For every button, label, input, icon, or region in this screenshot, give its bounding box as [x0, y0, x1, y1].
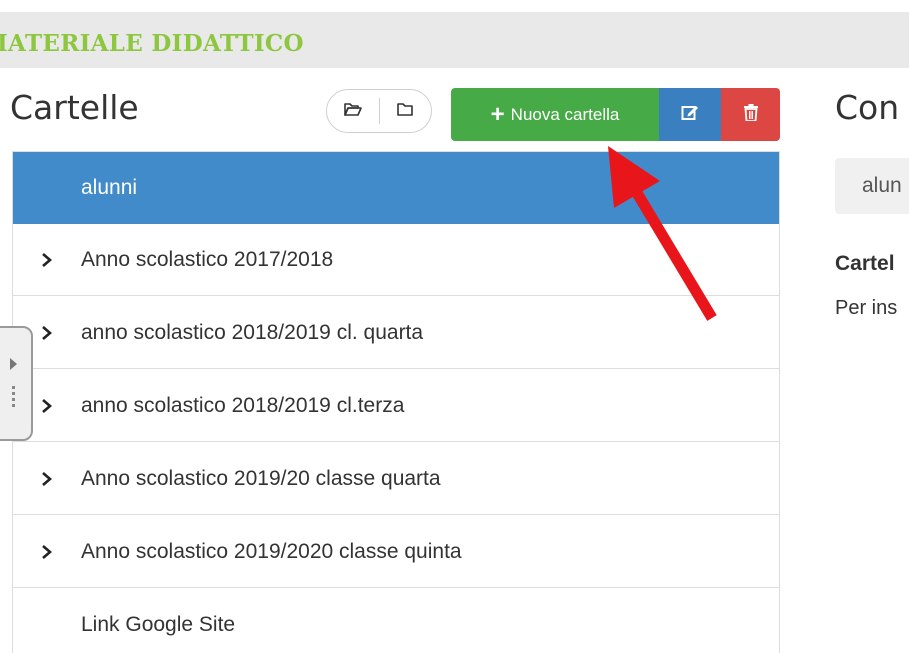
chevron-right-icon[interactable] — [41, 543, 55, 561]
header-banner: IATERIALE DIDATTICO — [0, 12, 909, 68]
collapse-all-button[interactable] — [379, 90, 431, 132]
folder-row[interactable]: Anno scolastico 2017/2018 — [13, 224, 779, 296]
folder-row[interactable]: Anno scolastico 2019/2020 classe quinta — [13, 516, 779, 588]
folder-row[interactable]: Anno scolastico 2019/20 classe quarta — [13, 443, 779, 515]
folder-search-field[interactable]: alun — [835, 158, 909, 214]
folder-label: anno scolastico 2018/2019 cl.terza — [81, 393, 405, 417]
delete-folder-button[interactable] — [721, 88, 780, 141]
banner-title: IATERIALE DIDATTICO — [0, 30, 304, 57]
folder-tree: alunni Anno scolastico 2017/2018 anno sc… — [12, 151, 780, 653]
edit-icon — [681, 103, 699, 126]
content-text: Per ins — [835, 297, 898, 319]
new-folder-button[interactable]: + Nuova cartella — [451, 88, 659, 141]
folder-label: Anno scolastico 2019/20 classe quarta — [81, 466, 441, 490]
folder-row[interactable]: Link Google Site — [13, 589, 779, 653]
trash-icon — [743, 103, 758, 126]
grip-icon — [12, 386, 15, 410]
expand-collapse-toggle — [326, 89, 432, 133]
folder-label: alunni — [81, 176, 138, 199]
page: IATERIALE DIDATTICO Cartelle + Nuova car… — [0, 0, 909, 653]
chevron-right-icon[interactable] — [41, 470, 55, 488]
content-heading: Cartel — [835, 252, 895, 275]
folder-row[interactable]: anno scolastico 2018/2019 cl. quarta — [13, 297, 779, 369]
caret-right-icon — [10, 358, 17, 370]
folder-label: Anno scolastico 2017/2018 — [81, 247, 334, 271]
folder-row[interactable]: anno scolastico 2018/2019 cl.terza — [13, 370, 779, 442]
plus-icon: + — [490, 100, 505, 128]
folder-label: anno scolastico 2018/2019 cl. quarta — [81, 320, 424, 344]
chevron-right-icon[interactable] — [41, 397, 55, 415]
folders-title: Cartelle — [10, 88, 139, 127]
expand-all-button[interactable] — [327, 90, 379, 132]
content-title: Con — [835, 88, 900, 127]
chevron-right-icon[interactable] — [41, 324, 55, 342]
new-folder-label: Nuova cartella — [510, 104, 620, 124]
folder-row-alunni[interactable]: alunni — [13, 152, 779, 224]
edit-folder-button[interactable] — [659, 88, 721, 141]
folder-label: Link Google Site — [81, 613, 236, 636]
search-value: alun — [862, 174, 902, 197]
folder-label: Anno scolastico 2019/2020 classe quinta — [81, 539, 462, 563]
folder-open-icon — [344, 102, 362, 121]
chevron-right-icon[interactable] — [41, 251, 55, 269]
folder-icon — [397, 102, 413, 121]
side-drawer-handle[interactable] — [0, 326, 33, 441]
